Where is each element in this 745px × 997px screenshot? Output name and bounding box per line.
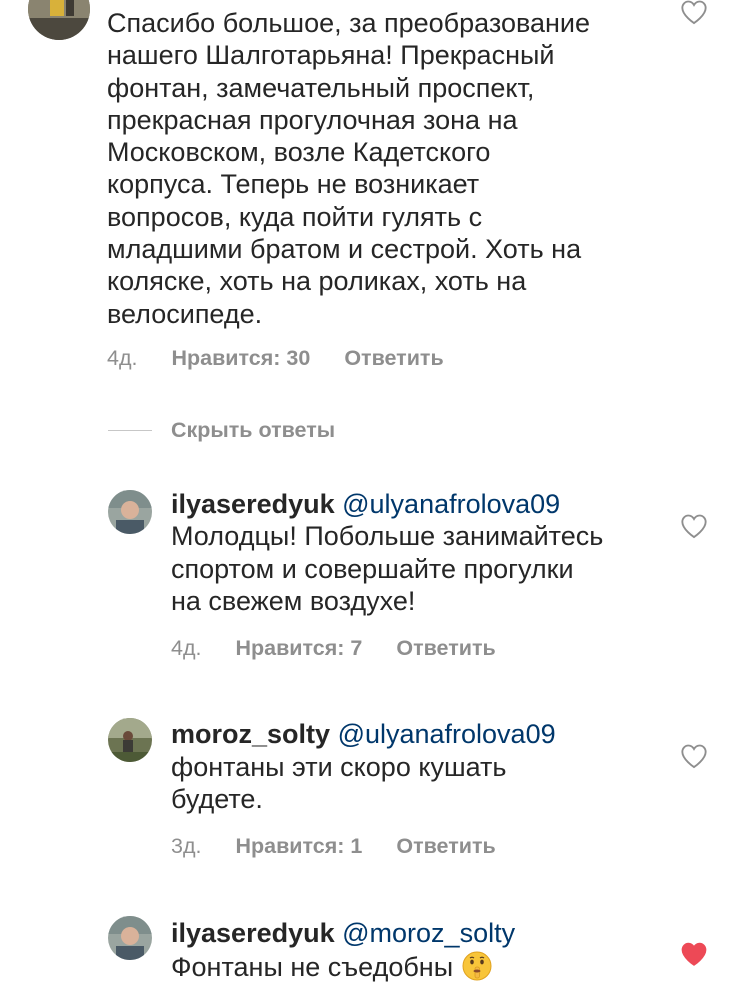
reply-avatar[interactable]: [108, 718, 152, 762]
replies-divider: [108, 430, 152, 431]
reply-username[interactable]: moroz_solty: [171, 719, 330, 749]
top-comment-meta: 4д. Нравится: 30 Ответить: [107, 345, 444, 371]
heart-outline-icon[interactable]: [680, 743, 708, 769]
reply-button[interactable]: Ответить: [396, 834, 495, 858]
heart-outline-icon[interactable]: [680, 513, 708, 539]
reply-header: ilyaseredyuk @ulyanafrolova09: [171, 488, 560, 520]
reply-header: ilyaseredyuk @moroz_solty: [171, 917, 515, 949]
avatar-image: [28, 0, 90, 40]
reply-text-line: Фонтаны не съедобны: [171, 950, 493, 983]
reply-avatar[interactable]: [108, 916, 152, 960]
reply-username[interactable]: ilyaseredyuk: [171, 918, 335, 948]
reply-mention[interactable]: @ulyanafrolova09: [338, 719, 556, 749]
avatar-image: [108, 916, 152, 960]
likes-count-link[interactable]: Нравится: 1: [235, 834, 362, 858]
top-comment-avatar[interactable]: [28, 0, 90, 40]
reply-avatar[interactable]: [108, 490, 152, 534]
hide-replies-button[interactable]: Скрыть ответы: [171, 418, 335, 443]
avatar-image: [108, 718, 152, 762]
reply-text-line: будете.: [171, 784, 263, 814]
avatar-image: [108, 490, 152, 534]
heart-filled-icon[interactable]: [680, 941, 708, 967]
comment-age: 4д.: [171, 636, 202, 660]
comment-age: 4д.: [107, 346, 138, 370]
reply-button[interactable]: Ответить: [396, 636, 495, 660]
reply-meta: 4д. Нравится: 7 Ответить: [171, 635, 496, 661]
reply-header: moroz_solty @ulyanafrolova09: [171, 718, 556, 750]
comment-age: 3д.: [171, 834, 202, 858]
reply-username[interactable]: ilyaseredyuk: [171, 489, 335, 519]
reply-mention[interactable]: @moroz_solty: [342, 918, 515, 948]
reply-mention[interactable]: @ulyanafrolova09: [342, 489, 560, 519]
likes-count-link[interactable]: Нравится: 7: [235, 636, 362, 660]
shushing-face-emoji-icon: [462, 951, 492, 981]
top-comment-text: Спасибо большое, за преобразование нашег…: [107, 8, 591, 329]
likes-count-link[interactable]: Нравится: 30: [171, 346, 310, 370]
reply-text-line: Молодцы! Побольше занимайтесь: [171, 521, 604, 551]
reply-text-line: спортом и совершайте прогулки: [171, 554, 574, 584]
reply-meta: 3д. Нравится: 1 Ответить: [171, 833, 496, 859]
heart-outline-icon[interactable]: [680, 0, 708, 25]
reply-text: Фонтаны не съедобны: [171, 952, 454, 982]
reply-text-line: на свежем воздухе!: [171, 586, 416, 616]
reply-text-line: фонтаны эти скоро кушать: [171, 752, 507, 782]
reply-button[interactable]: Ответить: [344, 346, 443, 370]
